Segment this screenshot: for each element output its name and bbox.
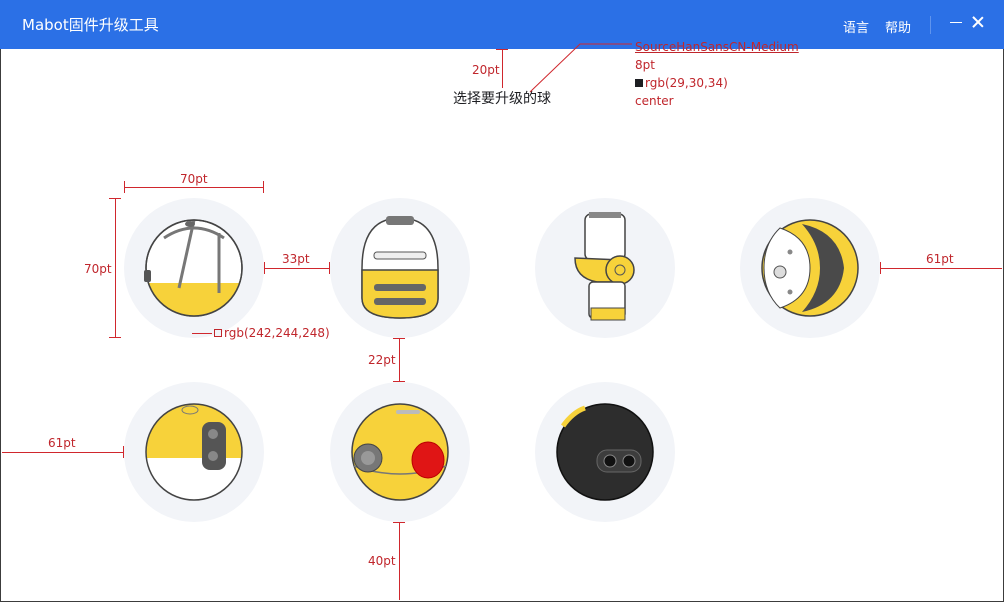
annotation-bottom-margin: 40pt [368, 554, 396, 568]
font-align-label: center [635, 94, 674, 108]
annotation-line [329, 262, 330, 274]
annotation-line [393, 381, 405, 382]
annotation-h-gap: 33pt [282, 252, 310, 266]
annotation-leader [529, 43, 632, 93]
annotation-line [109, 198, 121, 199]
annotation-line [399, 522, 400, 600]
annotation-line [880, 262, 881, 274]
font-size-label: 8pt [635, 58, 655, 72]
circle-color-swatch [214, 329, 222, 337]
font-color-row: rgb(29,30,34) [635, 74, 799, 92]
circle-color-label: rgb(242,244,248) [224, 326, 330, 340]
annotation-v-gap: 22pt [368, 353, 396, 367]
annotation-line [115, 198, 116, 338]
annotation-line [264, 268, 330, 269]
annotation-line [393, 522, 405, 523]
annotation-ball-width: 70pt [180, 172, 208, 186]
annotation-right-margin: 61pt [926, 252, 954, 266]
annotation-line [264, 262, 265, 274]
annotation-line [399, 338, 400, 382]
annotation-line [124, 181, 125, 193]
annotation-line [192, 333, 212, 334]
annotation-line [123, 446, 124, 458]
font-color-swatch [635, 79, 643, 87]
font-name-label: SourceHanSansCN-Medium [635, 40, 799, 54]
annotation-line [109, 337, 121, 338]
font-color-label: rgb(29,30,34) [645, 76, 728, 90]
annotation-line [880, 268, 1002, 269]
annotation-line [393, 338, 405, 339]
annotation-line [2, 452, 124, 453]
font-spec: SourceHanSansCN-Medium 8pt rgb(29,30,34)… [635, 38, 799, 110]
circle-color-row: rgb(242,244,248) [214, 326, 330, 340]
annotation-left-margin: 61pt [48, 436, 76, 450]
annotation-ball-height: 70pt [84, 262, 112, 276]
annotation-line [263, 181, 264, 193]
annotation-line [124, 187, 264, 188]
